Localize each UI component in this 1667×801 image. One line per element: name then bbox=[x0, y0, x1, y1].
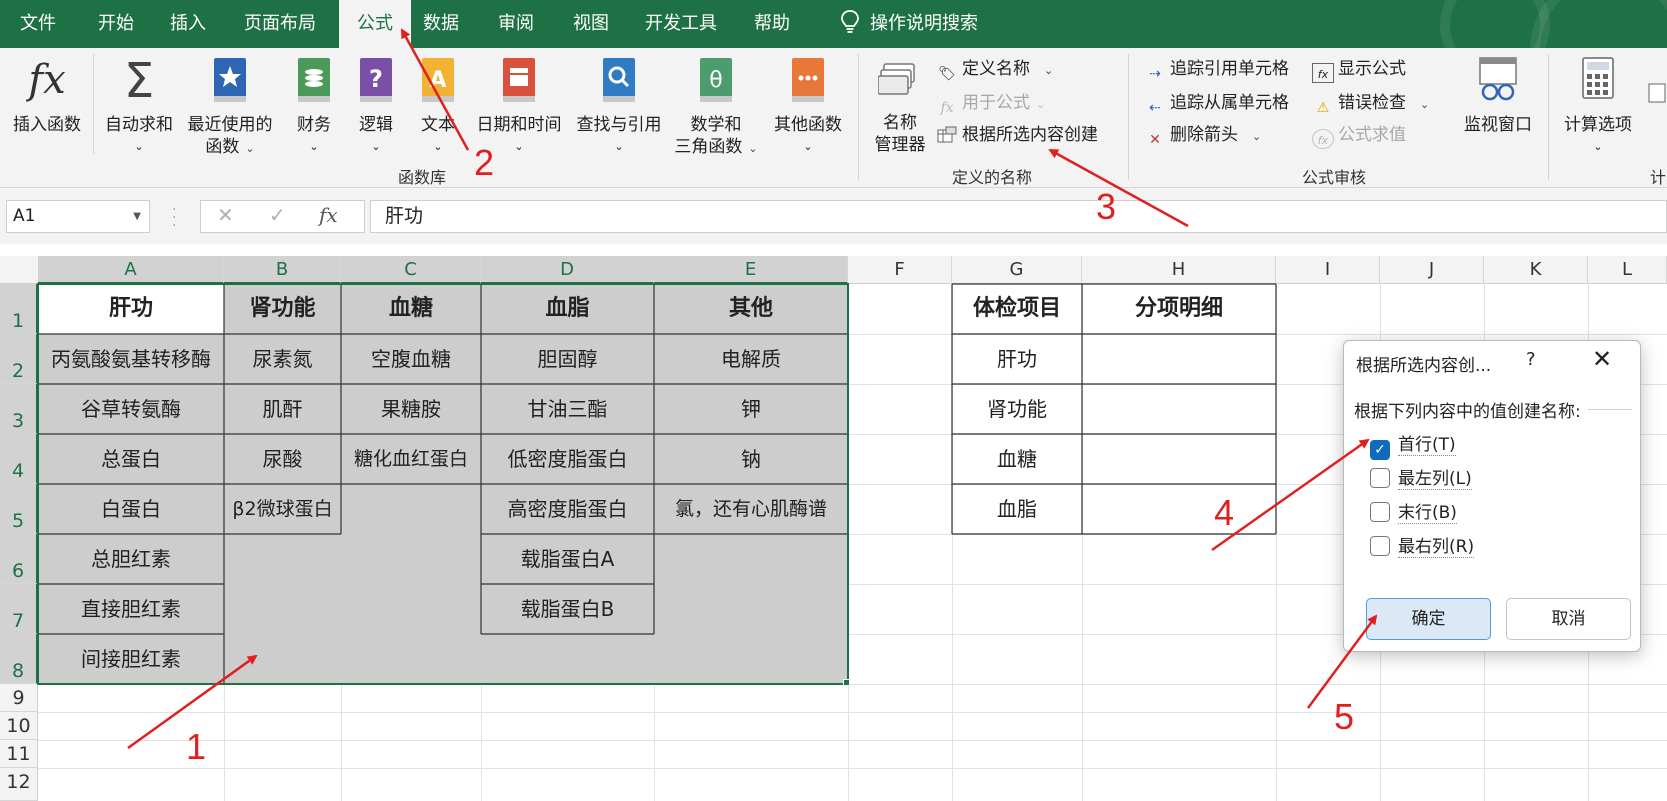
cell-d3[interactable]: 甘油三酯 bbox=[481, 384, 654, 434]
cell-a6[interactable]: 总胆红素 bbox=[38, 534, 224, 584]
left-column-checkbox[interactable]: 最左列(L) bbox=[1370, 467, 1472, 493]
excel-window: 文件 开始 插入 页面布局 公式 数据 审阅 视图 开发工具 帮助 操作说明搜索… bbox=[0, 0, 1667, 801]
cell-c2[interactable]: 空腹血糖 bbox=[341, 334, 481, 384]
cell-a2[interactable]: 丙氨酸氨基转移酶 bbox=[38, 334, 224, 384]
help-icon[interactable]: ? bbox=[1526, 349, 1536, 370]
cell-g5[interactable]: 血脂 bbox=[952, 484, 1082, 534]
left-column-label: 最左列(L) bbox=[1398, 469, 1472, 490]
cell-d6[interactable]: 载脂蛋白A bbox=[481, 534, 654, 584]
dialog-title: 根据所选内容创... bbox=[1356, 356, 1492, 376]
cell-g4[interactable]: 血糖 bbox=[952, 434, 1082, 484]
annotation-number-1: 1 bbox=[186, 726, 207, 767]
right-column-checkbox[interactable]: 最右列(R) bbox=[1370, 535, 1475, 561]
cell-d7[interactable]: 载脂蛋白B bbox=[481, 584, 654, 634]
bottom-row-checkbox[interactable]: 末行(B) bbox=[1370, 501, 1457, 527]
checkbox-box bbox=[1370, 468, 1390, 488]
annotation-number-5: 5 bbox=[1334, 696, 1355, 737]
cell-b4[interactable]: 尿酸 bbox=[224, 434, 341, 484]
annotation-number-2: 2 bbox=[474, 142, 495, 183]
cell-d2[interactable]: 胆固醇 bbox=[481, 334, 654, 384]
top-row-label: 首行(T) bbox=[1398, 435, 1456, 456]
top-row-checkbox[interactable]: ✓ 首行(T) bbox=[1370, 433, 1456, 460]
ok-button[interactable]: 确定 bbox=[1366, 598, 1491, 640]
cell-e5[interactable]: 氯，还有心肌酶谱 bbox=[654, 484, 848, 534]
cell-h1[interactable]: 分项明细 bbox=[1082, 284, 1276, 334]
cell-e3[interactable]: 钾 bbox=[654, 384, 848, 434]
cell-a5[interactable]: 白蛋白 bbox=[38, 484, 224, 534]
cell-c1[interactable]: 血糖 bbox=[341, 284, 481, 334]
cell-g2[interactable]: 肝功 bbox=[952, 334, 1082, 384]
checkbox-box bbox=[1370, 502, 1390, 522]
cell-a3[interactable]: 谷草转氨酶 bbox=[38, 384, 224, 434]
cell-b5[interactable]: β2微球蛋白 bbox=[224, 484, 341, 534]
cell-c4[interactable]: 糖化血红蛋白 bbox=[341, 434, 481, 484]
checkmark-icon: ✓ bbox=[1370, 440, 1390, 460]
close-icon[interactable]: ✕ bbox=[1592, 345, 1612, 373]
cell-e2[interactable]: 电解质 bbox=[654, 334, 848, 384]
cell-b1[interactable]: 肾功能 bbox=[224, 284, 341, 334]
cell-d5[interactable]: 高密度脂蛋白 bbox=[481, 484, 654, 534]
right-column-label: 最右列(R) bbox=[1398, 537, 1475, 558]
cell-g1[interactable]: 体检项目 bbox=[952, 284, 1082, 334]
cell-b3[interactable]: 肌酐 bbox=[224, 384, 341, 434]
divider bbox=[1588, 409, 1632, 410]
dialog-description: 根据下列内容中的值创建名称: bbox=[1354, 402, 1581, 422]
create-names-dialog: 根据所选内容创... ? ✕ 根据下列内容中的值创建名称: ✓ 首行(T) 最左列… bbox=[1343, 340, 1641, 652]
cancel-button[interactable]: 取消 bbox=[1506, 598, 1631, 640]
cell-a1[interactable]: 肝功 bbox=[38, 284, 224, 334]
annotation-number-4: 4 bbox=[1214, 492, 1235, 533]
cell-a7[interactable]: 直接胆红素 bbox=[38, 584, 224, 634]
cell-g3[interactable]: 肾功能 bbox=[952, 384, 1082, 434]
cell-a4[interactable]: 总蛋白 bbox=[38, 434, 224, 484]
cell-d4[interactable]: 低密度脂蛋白 bbox=[481, 434, 654, 484]
cell-c3[interactable]: 果糖胺 bbox=[341, 384, 481, 434]
checkbox-box bbox=[1370, 536, 1390, 556]
fill-handle[interactable] bbox=[843, 679, 850, 686]
annotation-number-3: 3 bbox=[1096, 186, 1117, 227]
cell-b2[interactable]: 尿素氮 bbox=[224, 334, 341, 384]
cell-d1[interactable]: 血脂 bbox=[481, 284, 654, 334]
bottom-row-label: 末行(B) bbox=[1398, 503, 1457, 524]
cell-e4[interactable]: 钠 bbox=[654, 434, 848, 484]
cell-e1[interactable]: 其他 bbox=[654, 284, 848, 334]
cell-a8[interactable]: 间接胆红素 bbox=[38, 634, 224, 684]
